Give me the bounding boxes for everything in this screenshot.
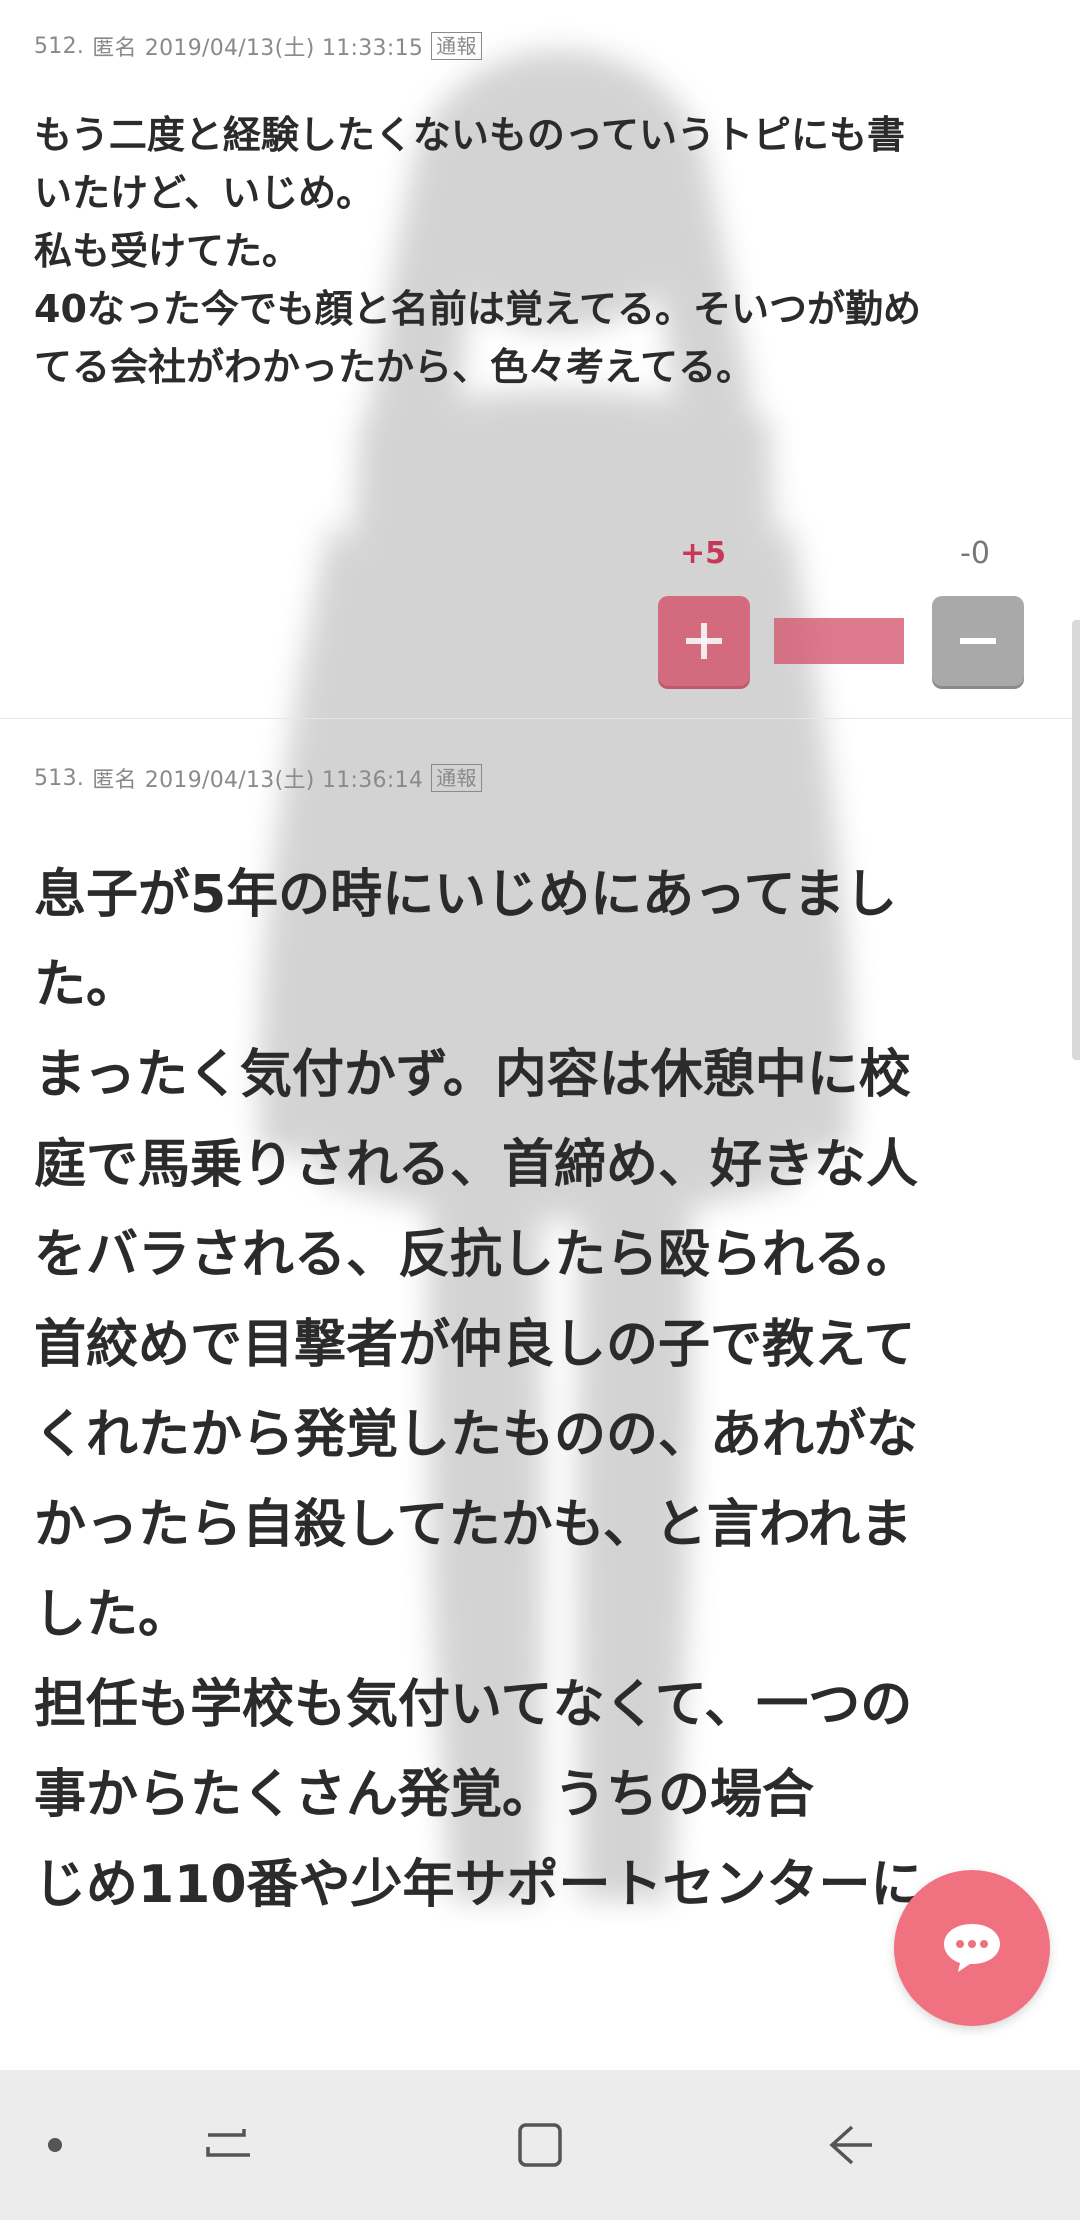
comment-513: 513. 匿名 2019/04/13(土) 11:36:14 通報 息子が5年の… (34, 762, 1046, 1930)
report-link[interactable]: 通報 (431, 764, 482, 792)
comment-line: 担任も学校も気付いてなくて、一つの (34, 1675, 913, 1735)
comment-line: をバラされる、反抗したら殴られる。 (34, 1225, 919, 1285)
comment-line: かったら自殺してたかも、と言われま (34, 1495, 913, 1555)
nav-dot-button[interactable] (20, 2070, 90, 2220)
chat-button[interactable] (894, 1870, 1050, 2026)
plus-vote-button[interactable] (658, 596, 750, 686)
comment-body: もう二度と経験したくないものっていうトピにも書 いたけど、いじめ。 私も受けてた… (34, 106, 1046, 396)
comment-number: 512. (34, 33, 85, 59)
system-navigation-bar (0, 2070, 1080, 2220)
plus-icon (686, 623, 722, 659)
comment-body: 息子が5年の時にいじめにあってまし た。 まったく気付かず。内容は休憩中に校 庭… (34, 850, 1046, 1930)
comment-line: 庭で馬乗りされる、首締め、好きな人 (34, 1135, 919, 1195)
comment-line: もう二度と経験したくないものっていうトピにも書 (34, 113, 905, 157)
vote-ratio-bar (774, 618, 904, 664)
minus-vote-button[interactable] (932, 596, 1024, 686)
comment-line: まったく気付かず。内容は休憩中に校 (34, 1045, 911, 1105)
comment-line: た。 (34, 955, 139, 1015)
comment-datetime: 2019/04/13(土) 11:36:14 (144, 768, 424, 793)
minus-icon (960, 638, 996, 644)
comment-author: 匿名 (92, 768, 137, 793)
comment-line: 40なった今でも顔と名前は覚えてる。そいつが勤め (34, 287, 921, 331)
comment-author: 匿名 (92, 36, 137, 61)
comment-line: 息子が5年の時にいじめにあってまし (34, 865, 897, 925)
nav-back-button[interactable] (800, 2070, 900, 2220)
chat-bubble-icon (944, 1924, 1000, 1972)
comment-number: 513. (34, 765, 85, 791)
nav-recents-button[interactable] (180, 2070, 280, 2220)
comment-line: 私も受けてた。 (34, 229, 301, 273)
comment-divider (0, 718, 1080, 719)
comment-datetime: 2019/04/13(土) 11:33:15 (144, 36, 424, 61)
comment-line: 首絞めで目撃者が仲良しの子で教えて (34, 1315, 916, 1375)
comment-meta: 513. 匿名 2019/04/13(土) 11:36:14 通報 (34, 762, 1046, 794)
dot-icon (48, 2138, 62, 2152)
comment-line: いたけど、いじめ。 (34, 171, 375, 215)
plus-count: +5 (680, 536, 727, 571)
comment-line: てる会社がわかったから、色々考えてる。 (34, 345, 755, 389)
nav-home-button[interactable] (490, 2070, 590, 2220)
comment-line: じめ110番や少年サポートセンターに (34, 1855, 923, 1915)
report-link[interactable]: 通報 (431, 32, 482, 60)
back-icon (829, 2125, 872, 2165)
comment-line: した。 (34, 1585, 191, 1645)
comment-line: 事からたくさん発覚。うちの場合 (34, 1765, 815, 1825)
comment-line: くれたから発覚したものの、あれがな (34, 1405, 919, 1465)
comment-512: 512. 匿名 2019/04/13(土) 11:33:15 通報 もう二度と経… (34, 30, 1046, 396)
home-icon (518, 2123, 562, 2167)
comment-meta: 512. 匿名 2019/04/13(土) 11:33:15 通報 (34, 30, 1046, 62)
minus-count: -0 (960, 536, 990, 571)
scroll-indicator[interactable] (1072, 620, 1080, 1060)
recents-icon (206, 2129, 250, 2157)
